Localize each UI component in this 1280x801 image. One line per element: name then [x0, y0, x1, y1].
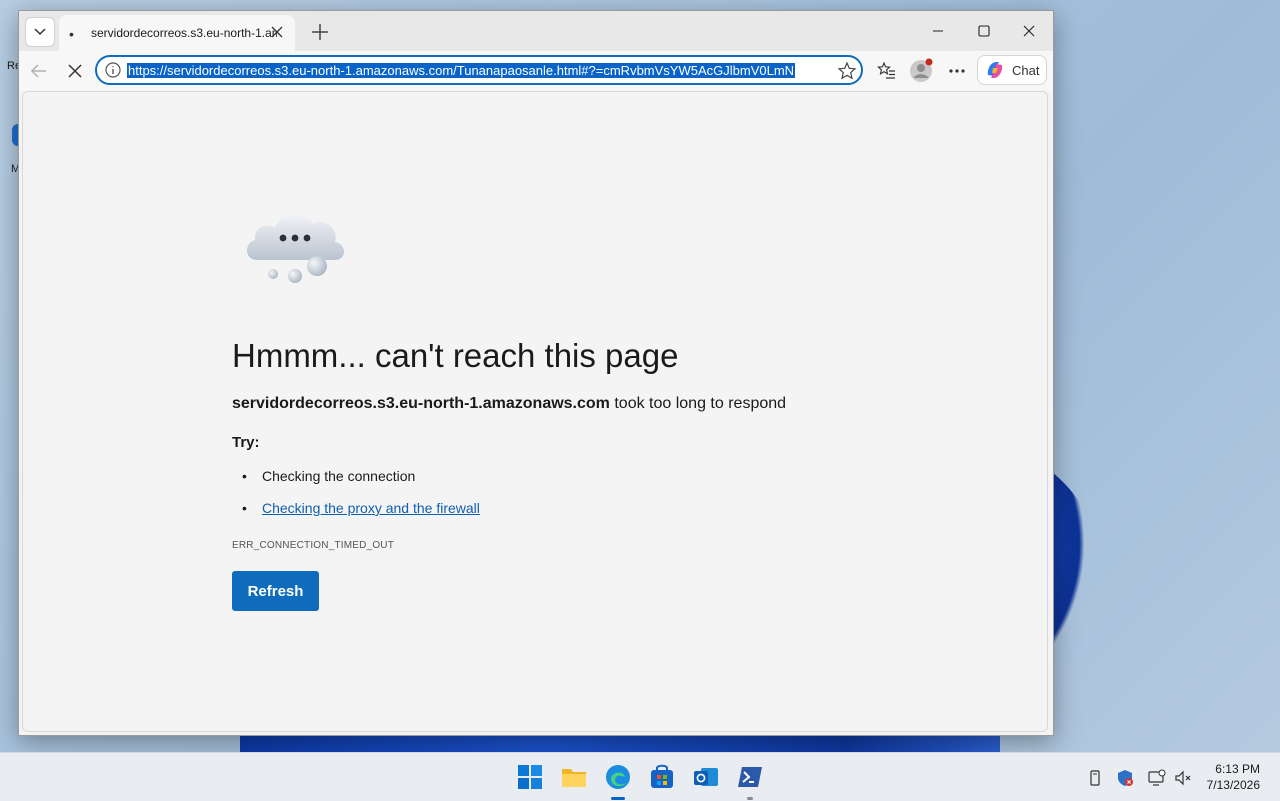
- new-tab-icon[interactable]: [309, 21, 331, 43]
- store-icon[interactable]: [649, 764, 675, 790]
- cloud-error-icon: [246, 213, 344, 283]
- navigation-toolbar: https://servidordecorreos.s3.eu-north-1.…: [19, 51, 1053, 91]
- edge-icon[interactable]: [605, 764, 631, 790]
- favorites-button[interactable]: [875, 59, 899, 83]
- network-icon[interactable]: [1148, 769, 1166, 787]
- error-page: Hmmm... can't reach this page servidorde…: [22, 91, 1048, 732]
- system-clock[interactable]: 6:13 PM 7/13/2026: [1207, 761, 1260, 793]
- back-arrow-icon: [30, 64, 46, 78]
- stop-icon: [68, 64, 82, 78]
- url-text: https://servidordecorreos.s3.eu-north-1.…: [127, 63, 796, 78]
- tab-actions-menu-button[interactable]: [25, 17, 55, 47]
- profile-button[interactable]: [909, 57, 935, 83]
- error-code: ERR_CONNECTION_TIMED_OUT: [232, 540, 395, 551]
- chevron-down-icon: [34, 28, 46, 36]
- more-dots-icon: [949, 69, 965, 73]
- try-label: Try:: [232, 434, 260, 451]
- tab-favicon: •: [69, 26, 74, 42]
- error-message: servidordecorreos.s3.eu-north-1.amazonaw…: [232, 395, 786, 413]
- bullet: •: [242, 468, 247, 484]
- powershell-icon[interactable]: [737, 764, 763, 790]
- copilot-icon: [987, 62, 1003, 78]
- favorites-icon: [877, 61, 895, 79]
- usb-device-icon[interactable]: [1086, 769, 1104, 787]
- favorite-star-icon[interactable]: [837, 61, 857, 81]
- address-bar[interactable]: https://servidordecorreos.s3.eu-north-1.…: [95, 55, 863, 85]
- tab-active[interactable]: • servidordecorreos.s3.eu-north-1.amazon…: [59, 15, 295, 51]
- stop-loading-button[interactable]: [63, 59, 87, 83]
- clock-time: 6:13 PM: [1215, 762, 1260, 776]
- url-field[interactable]: https://servidordecorreos.s3.eu-north-1.…: [127, 62, 831, 80]
- refresh-button[interactable]: Refresh: [232, 571, 319, 611]
- error-message-text: took too long to respond: [609, 395, 787, 412]
- maximize-button[interactable]: [972, 19, 996, 43]
- outlook-icon[interactable]: [693, 764, 719, 790]
- volume-muted-icon[interactable]: [1174, 769, 1192, 787]
- bullet: •: [242, 500, 247, 516]
- minimize-icon: [933, 30, 943, 32]
- chat-label: Chat: [1012, 62, 1040, 78]
- copilot-chat-button[interactable]: Chat: [977, 55, 1047, 85]
- close-icon: [1023, 25, 1035, 37]
- start-icon[interactable]: [517, 764, 543, 790]
- maximize-icon: [978, 25, 990, 37]
- minimize-button[interactable]: [926, 19, 950, 43]
- site-info-icon[interactable]: [105, 62, 121, 78]
- close-tab-icon[interactable]: [269, 24, 285, 40]
- suggestion-text: Checking the connection: [262, 468, 416, 484]
- tab-title: servidordecorreos.s3.eu-north-1.amazonaw…: [91, 26, 277, 40]
- browser-window: • servidordecorreos.s3.eu-north-1.amazon…: [18, 10, 1054, 736]
- error-heading: Hmmm... can't reach this page: [232, 337, 679, 374]
- clock-date: 7/13/2026: [1206, 778, 1260, 792]
- tab-bar: • servidordecorreos.s3.eu-north-1.amazon…: [19, 11, 1053, 51]
- close-window-button[interactable]: [1017, 19, 1041, 43]
- proxy-firewall-link[interactable]: Checking the proxy and the firewall: [262, 500, 480, 516]
- back-button[interactable]: [27, 59, 51, 83]
- taskbar: 6:13 PM 7/13/2026: [0, 752, 1280, 801]
- security-shield-icon[interactable]: [1116, 769, 1134, 787]
- settings-more-button[interactable]: [945, 59, 969, 83]
- file-explorer-icon[interactable]: [561, 764, 587, 790]
- profile-avatar-icon: [910, 58, 933, 82]
- error-host: servidordecorreos.s3.eu-north-1.amazonaw…: [232, 395, 610, 412]
